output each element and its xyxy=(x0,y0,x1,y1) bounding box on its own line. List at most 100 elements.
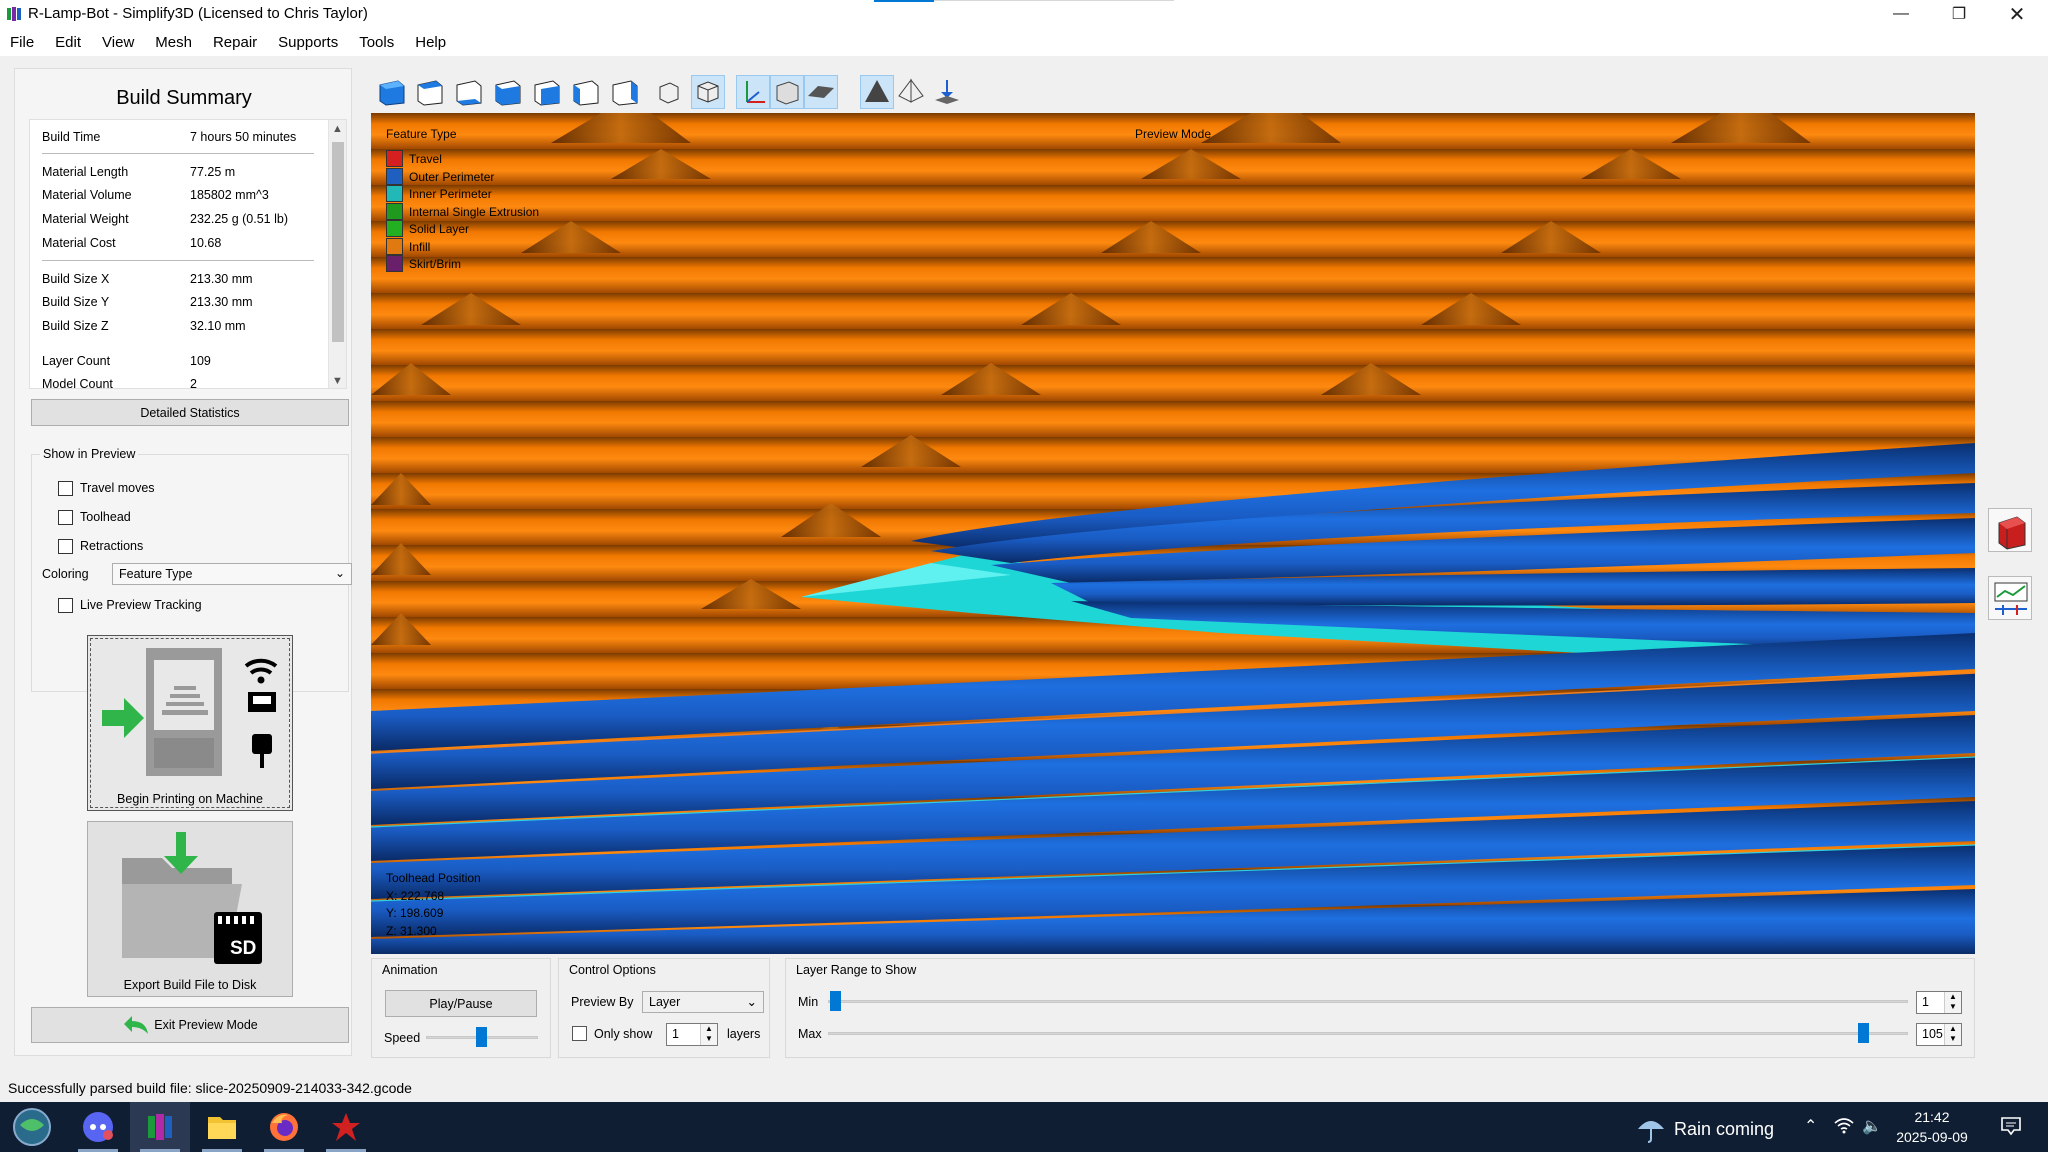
travel-moves-checkbox[interactable] xyxy=(58,481,73,496)
legend-label: Solid Layer xyxy=(409,221,470,236)
shadow-icon[interactable] xyxy=(804,75,838,109)
retractions-checkbox[interactable] xyxy=(58,539,73,554)
menu-file[interactable]: File xyxy=(10,34,34,51)
start-orb-icon[interactable] xyxy=(2,1102,62,1152)
toolhead-position-title: Toolhead Position xyxy=(386,871,481,885)
simplify3d-icon[interactable] xyxy=(130,1102,190,1152)
view-right-icon[interactable] xyxy=(607,75,641,109)
preview-viewport[interactable]: Feature Type Preview Mode Travel Outer P… xyxy=(371,113,1975,954)
stats-list[interactable]: Build Time 7 hours 50 minutes Material Le… xyxy=(29,119,347,389)
stat-value: 213.30 mm xyxy=(190,272,253,286)
legend-label: Travel xyxy=(409,151,442,166)
menu-supports[interactable]: Supports xyxy=(278,34,338,51)
menu-mesh[interactable]: Mesh xyxy=(155,34,192,51)
firefox-icon[interactable] xyxy=(254,1102,314,1152)
mirror-icon[interactable] xyxy=(894,75,928,109)
preview-by-select[interactable]: Layer ⌄ xyxy=(642,991,764,1013)
begin-printing-button[interactable]: Begin Printing on Machine xyxy=(87,635,293,811)
toolpath-render xyxy=(371,113,1975,954)
wireframe-icon[interactable] xyxy=(652,75,686,109)
wifi-icon[interactable] xyxy=(1834,1116,1854,1139)
travel-moves-label: Travel moves xyxy=(80,481,155,495)
view-toolbar xyxy=(374,72,974,112)
view-top-icon[interactable] xyxy=(412,75,446,109)
begin-printing-label: Begin Printing on Machine xyxy=(117,792,263,806)
close-icon[interactable]: ✕ xyxy=(1988,0,2046,28)
max-spinbox[interactable]: 105 ▲ ▼ xyxy=(1916,1023,1962,1046)
coloring-label: Coloring xyxy=(42,567,89,581)
min-slider-track[interactable] xyxy=(828,1000,1908,1003)
control-options-title: Control Options xyxy=(569,963,656,977)
view-iso-icon[interactable] xyxy=(374,75,408,109)
toolhead-checkbox[interactable] xyxy=(58,510,73,525)
stat-key: Build Size X xyxy=(42,272,110,286)
view-bottom-icon[interactable] xyxy=(451,75,485,109)
scroll-up-icon[interactable]: ▲ xyxy=(332,123,343,135)
stats-scrollbar[interactable]: ▲ ▼ xyxy=(328,120,346,388)
window-title: R-Lamp-Bot - Simplify3D (Licensed to Chr… xyxy=(28,5,368,22)
solid-model-icon[interactable] xyxy=(691,75,725,109)
show-in-preview-title: Show in Preview xyxy=(40,447,139,461)
stat-key: Material Cost xyxy=(42,236,116,250)
view-left-icon[interactable] xyxy=(568,75,602,109)
file-explorer-icon[interactable] xyxy=(192,1102,252,1152)
axes-icon[interactable] xyxy=(736,75,770,109)
only-show-checkbox[interactable] xyxy=(572,1026,587,1041)
menu-bar: File Edit View Mesh Repair Supports Tool… xyxy=(0,28,2048,56)
stat-key: Material Length xyxy=(42,165,129,179)
weather-widget[interactable]: Rain coming xyxy=(1636,1115,1774,1143)
coloring-select[interactable]: Feature Type ⌄ xyxy=(112,563,352,585)
build-volume-icon[interactable] xyxy=(770,75,804,109)
cross-section-icon[interactable] xyxy=(860,75,894,109)
view-front-icon[interactable] xyxy=(490,75,524,109)
speed-slider-thumb[interactable] xyxy=(476,1027,487,1047)
stat-key: Build Size Y xyxy=(42,295,110,309)
scroll-down-icon[interactable]: ▼ xyxy=(332,375,343,387)
animation-title: Animation xyxy=(382,963,438,977)
live-preview-tracking-checkbox[interactable] xyxy=(58,598,73,613)
stat-value: 7 hours 50 minutes xyxy=(190,130,297,144)
preview-by-value: Layer xyxy=(649,995,681,1009)
clock-time: 21:42 xyxy=(1914,1109,1950,1125)
scroll-thumb[interactable] xyxy=(332,142,344,342)
menu-tools[interactable]: Tools xyxy=(359,34,394,51)
menu-help[interactable]: Help xyxy=(415,34,446,51)
spin-arrows-icon[interactable]: ▲ ▼ xyxy=(1944,1024,1961,1045)
place-on-bed-icon[interactable] xyxy=(930,75,964,109)
detailed-statistics-button[interactable]: Detailed Statistics xyxy=(31,399,349,426)
max-slider-track[interactable] xyxy=(828,1032,1908,1035)
view-back-icon[interactable] xyxy=(529,75,563,109)
chevron-up-icon[interactable]: ⌃ xyxy=(1804,1116,1817,1136)
legend-swatch xyxy=(386,220,403,237)
view-cube-icon[interactable] xyxy=(1988,508,2032,552)
spin-arrows-icon[interactable]: ▲ ▼ xyxy=(1944,992,1961,1013)
spin-arrows-icon[interactable]: ▲ ▼ xyxy=(700,1024,717,1045)
volume-icon[interactable]: 🔈 xyxy=(1862,1116,1882,1136)
minimize-icon[interactable]: — xyxy=(1872,0,1930,28)
min-slider-thumb[interactable] xyxy=(830,991,841,1011)
discord-icon[interactable] xyxy=(68,1102,128,1152)
max-slider-thumb[interactable] xyxy=(1858,1023,1869,1043)
min-spinbox[interactable]: 1 ▲ ▼ xyxy=(1916,991,1962,1014)
play-pause-button[interactable]: Play/Pause xyxy=(385,990,537,1017)
title-divider xyxy=(934,0,1174,1)
notification-icon[interactable] xyxy=(2000,1116,2022,1141)
exit-preview-button[interactable]: Exit Preview Mode xyxy=(31,1007,349,1043)
export-build-file-button[interactable]: SD Export Build File to Disk xyxy=(87,821,293,997)
restore-icon[interactable]: ❐ xyxy=(1930,0,1988,28)
red-app-icon[interactable] xyxy=(316,1102,376,1152)
stat-value: 32.10 mm xyxy=(190,319,246,333)
legend-title: Feature Type xyxy=(386,127,457,141)
menu-view[interactable]: View xyxy=(102,34,134,51)
only-show-spinbox[interactable]: 1 ▲ ▼ xyxy=(666,1023,718,1046)
layers-label: layers xyxy=(727,1027,761,1041)
min-value: 1 xyxy=(1922,995,1929,1009)
menu-repair[interactable]: Repair xyxy=(213,34,257,51)
clock[interactable]: 21:42 2025-09-09 xyxy=(1892,1107,1972,1147)
only-show-value: 1 xyxy=(672,1027,679,1041)
menu-edit[interactable]: Edit xyxy=(55,34,81,51)
gcode-graph-icon[interactable] xyxy=(1988,576,2032,620)
legend-label: Internal Single Extrusion xyxy=(409,204,540,219)
stat-value: 109 xyxy=(190,354,211,368)
legend-swatch xyxy=(386,255,403,272)
